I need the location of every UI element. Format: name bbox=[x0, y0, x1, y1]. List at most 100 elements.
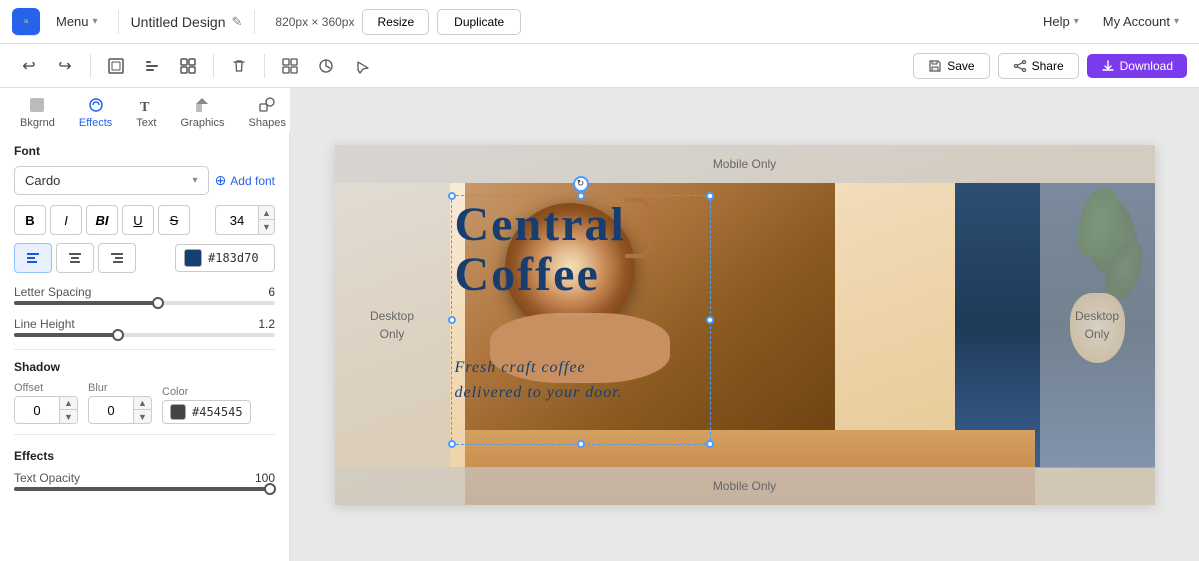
toolbar-sep3 bbox=[264, 54, 265, 78]
handle-tm[interactable] bbox=[577, 192, 585, 200]
shadow-offset-field[interactable] bbox=[15, 399, 59, 422]
handle-tl[interactable] bbox=[448, 192, 456, 200]
handle-tr[interactable] bbox=[706, 192, 714, 200]
align-row: #183d70 bbox=[14, 243, 275, 273]
grid-button[interactable] bbox=[273, 51, 307, 81]
desktop-only-left-label: Desktop bbox=[370, 309, 414, 323]
top-nav: Menu ▾ Untitled Design ✎ 820px × 360px R… bbox=[0, 0, 1199, 44]
opacity-fill bbox=[14, 487, 270, 491]
align-right-button[interactable] bbox=[98, 243, 136, 273]
shadow-offset-input[interactable]: ▲ ▼ bbox=[14, 396, 78, 424]
nav-divider2 bbox=[254, 10, 255, 34]
font-selector[interactable]: Cardo ▾ bbox=[14, 166, 209, 195]
undo-button[interactable]: ↩ bbox=[12, 51, 46, 81]
font-section-title: Font bbox=[14, 144, 275, 158]
text-color-swatch[interactable]: #183d70 bbox=[175, 244, 275, 272]
shadow-blur-group: Blur ▲ ▼ bbox=[88, 382, 152, 424]
help-chevron-icon: ▾ bbox=[1074, 16, 1079, 27]
letter-spacing-thumb[interactable] bbox=[152, 297, 164, 309]
underline-button[interactable]: U bbox=[122, 205, 154, 235]
effects-section-title: Effects bbox=[14, 449, 275, 463]
add-font-button[interactable]: ⊕ Add font bbox=[215, 172, 275, 189]
line-height-track[interactable] bbox=[14, 333, 275, 337]
opacity-track[interactable] bbox=[14, 487, 275, 491]
title-area: Untitled Design ✎ bbox=[131, 14, 243, 30]
style-row: B I BI U S ▲ ▼ bbox=[14, 205, 275, 235]
align-center-button[interactable] bbox=[56, 243, 94, 273]
design-title[interactable]: Untitled Design bbox=[131, 14, 226, 30]
letter-spacing-fill bbox=[14, 301, 158, 305]
save-button[interactable]: Save bbox=[913, 53, 989, 79]
font-size-input[interactable]: ▲ ▼ bbox=[215, 205, 275, 235]
desktop-only-right: Desktop Only bbox=[1040, 183, 1155, 467]
opacity-thumb[interactable] bbox=[264, 483, 276, 495]
left-panel: Font Cardo ▾ ⊕ Add font B I BI U S ▲ bbox=[0, 132, 290, 561]
frame-button[interactable] bbox=[99, 51, 133, 81]
opacity-label-row: Text Opacity 100 bbox=[14, 471, 275, 485]
help-button[interactable]: Help ▾ bbox=[1035, 10, 1087, 33]
delete-button[interactable] bbox=[222, 51, 256, 81]
shadow-offset-up[interactable]: ▲ bbox=[59, 397, 77, 410]
toolbar-sep2 bbox=[213, 54, 214, 78]
toolbar: ↩ ↪ bbox=[0, 44, 1199, 88]
font-size-field[interactable] bbox=[216, 209, 258, 232]
shadow-blur-field[interactable] bbox=[89, 399, 133, 422]
font-size-down-button[interactable]: ▼ bbox=[258, 220, 274, 234]
letter-spacing-label: Letter Spacing bbox=[14, 285, 91, 299]
mobile-only-bottom-label: Mobile Only bbox=[713, 479, 776, 493]
mobile-only-bottom: Mobile Only bbox=[335, 467, 1155, 505]
delete-tools bbox=[222, 51, 256, 81]
shadow-blur-down[interactable]: ▼ bbox=[133, 410, 151, 423]
handle-mr[interactable] bbox=[706, 316, 714, 324]
shadow-blur-input[interactable]: ▲ ▼ bbox=[88, 396, 152, 424]
line-height-value: 1.2 bbox=[258, 317, 275, 331]
shadow-color-group: Color #454545 bbox=[162, 386, 251, 424]
font-size-up-button[interactable]: ▲ bbox=[258, 206, 274, 220]
letter-spacing-label-row: Letter Spacing 6 bbox=[14, 285, 275, 299]
handle-bl[interactable] bbox=[448, 440, 456, 448]
animate-button[interactable] bbox=[309, 51, 343, 81]
effects-section: Effects Text Opacity 100 bbox=[14, 449, 275, 491]
canvas[interactable]: Mobile Only Desktop Only Desktop Only Mo… bbox=[335, 145, 1155, 505]
interact-button[interactable] bbox=[345, 51, 379, 81]
strikethrough-button[interactable]: S bbox=[158, 205, 190, 235]
handle-ml[interactable] bbox=[448, 316, 456, 324]
share-button[interactable]: Share bbox=[998, 53, 1079, 79]
line-height-thumb[interactable] bbox=[112, 329, 124, 341]
letter-spacing-track[interactable] bbox=[14, 301, 275, 305]
group-button[interactable] bbox=[171, 51, 205, 81]
align-button[interactable] bbox=[135, 51, 169, 81]
handle-br[interactable] bbox=[706, 440, 714, 448]
mobile-only-top: Mobile Only bbox=[335, 145, 1155, 183]
shadow-blur-up[interactable]: ▲ bbox=[133, 397, 151, 410]
shadow-sep bbox=[14, 349, 275, 350]
shadow-offset-down[interactable]: ▼ bbox=[59, 410, 77, 423]
menu-chevron-icon: ▾ bbox=[93, 16, 98, 27]
account-button[interactable]: My Account ▾ bbox=[1095, 10, 1187, 33]
bold-button[interactable]: B bbox=[14, 205, 46, 235]
shadow-color-box bbox=[170, 404, 186, 420]
canvas-wrap: Mobile Only Desktop Only Desktop Only Mo… bbox=[335, 145, 1155, 505]
rotate-handle[interactable]: ↻ bbox=[573, 176, 589, 192]
letter-spacing-value: 6 bbox=[268, 285, 275, 299]
italic-button[interactable]: I bbox=[50, 205, 82, 235]
menu-button[interactable]: Menu ▾ bbox=[48, 10, 106, 33]
bold-italic-button[interactable]: BI bbox=[86, 205, 118, 235]
shadow-color-swatch[interactable]: #454545 bbox=[162, 400, 251, 424]
resize-button[interactable]: Resize bbox=[362, 9, 429, 35]
font-select-row: Cardo ▾ ⊕ Add font bbox=[14, 166, 275, 195]
mobile-only-top-label: Mobile Only bbox=[713, 157, 776, 171]
shadow-offset-label: Offset bbox=[14, 382, 78, 394]
text-color-box bbox=[184, 249, 202, 267]
shadow-offset-group: Offset ▲ ▼ bbox=[14, 382, 78, 424]
handle-bm[interactable] bbox=[577, 440, 585, 448]
text-color-hex: #183d70 bbox=[208, 251, 259, 265]
align-left-button[interactable] bbox=[14, 243, 52, 273]
line-height-fill bbox=[14, 333, 118, 337]
download-button[interactable]: Download bbox=[1087, 54, 1187, 78]
duplicate-button[interactable]: Duplicate bbox=[437, 9, 521, 35]
text-selection-box[interactable]: ↻ bbox=[451, 195, 711, 445]
effects-sep bbox=[14, 434, 275, 435]
edit-title-icon[interactable]: ✎ bbox=[232, 14, 243, 30]
redo-button[interactable]: ↪ bbox=[48, 51, 82, 81]
